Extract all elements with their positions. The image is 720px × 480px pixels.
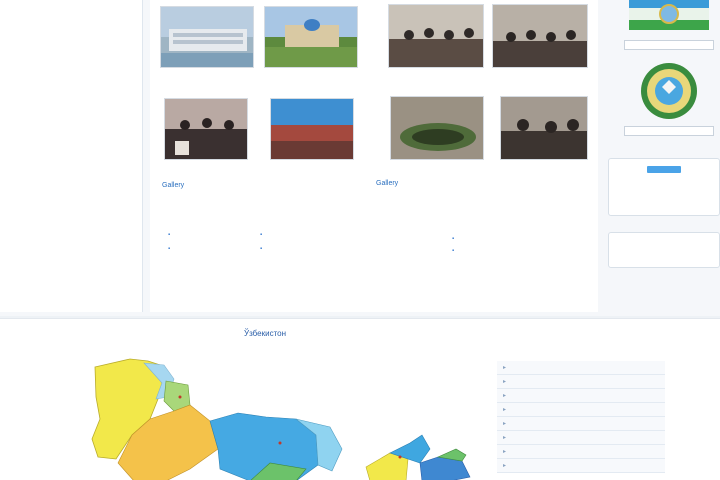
quick-link[interactable]: [452, 248, 454, 254]
region-list-item[interactable]: [497, 431, 665, 445]
region-list-item[interactable]: [497, 445, 665, 459]
photo-gallery: Gallery Gallery: [150, 0, 598, 312]
meeting-photo-image: [389, 5, 483, 67]
gallery-photo-meeting[interactable]: [388, 4, 484, 68]
city-marker[interactable]: [178, 395, 182, 399]
right-sidebar: [604, 0, 720, 312]
building-photo-image: [161, 7, 253, 67]
gallery-link-left[interactable]: Gallery: [162, 182, 184, 189]
widget-box: [608, 158, 720, 216]
state-seal-icon: [641, 63, 697, 119]
region-list-item[interactable]: [497, 403, 665, 417]
session-photo-image: [493, 5, 587, 67]
top-band: Gallery Gallery: [0, 0, 720, 316]
city-marker[interactable]: [278, 441, 282, 445]
gallery-photo-officials[interactable]: [500, 96, 588, 160]
emblem-card-seal[interactable]: [624, 60, 714, 136]
region-list-item[interactable]: [497, 361, 665, 375]
quick-link[interactable]: [260, 246, 262, 252]
conference-photo-image: [391, 97, 483, 159]
region-list-item[interactable]: [497, 375, 665, 389]
emblem-caption: [624, 40, 714, 50]
region-list-item[interactable]: [497, 389, 665, 403]
map-title: Ўзбекистон: [244, 329, 287, 338]
region-list-item[interactable]: [497, 459, 665, 473]
region-list-item[interactable]: [497, 417, 665, 431]
quick-link[interactable]: [260, 232, 262, 238]
gallery-photo-conference[interactable]: [390, 96, 484, 160]
quick-link[interactable]: [452, 236, 454, 242]
widget-button[interactable]: [647, 166, 681, 173]
city-marker[interactable]: [398, 455, 402, 459]
widget-box: [608, 232, 720, 268]
gallery-photo-palace[interactable]: [264, 6, 358, 68]
gallery-photo-building[interactable]: [160, 6, 254, 68]
gallery-photo-group[interactable]: [164, 98, 248, 160]
officials-photo-image: [501, 97, 587, 159]
emblem-caption: [624, 126, 714, 136]
gallery-photo-hall[interactable]: [270, 98, 354, 160]
news-sidebar: [0, 0, 143, 312]
hall-photo-image: [271, 99, 353, 159]
regions-map-section: Ўзбекистон: [0, 318, 720, 480]
emblem-card-top[interactable]: [624, 0, 714, 50]
gallery-link-right[interactable]: Gallery: [376, 180, 398, 187]
region-list: [497, 361, 665, 473]
palace-photo-image: [265, 7, 357, 67]
quick-link[interactable]: [168, 246, 170, 252]
quick-link[interactable]: [168, 232, 170, 238]
group-photo-image: [165, 99, 247, 159]
flag-emblem-icon: [629, 0, 709, 30]
gallery-photo-session[interactable]: [492, 4, 588, 68]
uzbekistan-map[interactable]: [70, 339, 490, 480]
quick-links: [164, 228, 594, 268]
